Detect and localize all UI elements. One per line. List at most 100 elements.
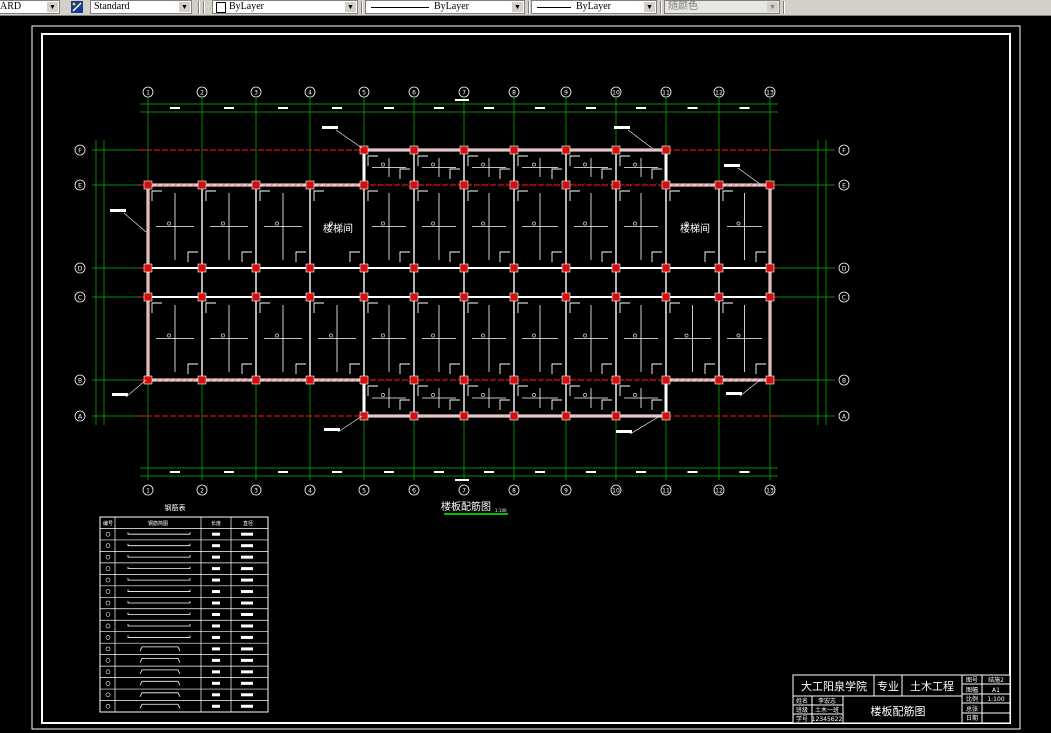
axis-label-1: 1 — [146, 488, 150, 495]
text-style-combo[interactable]: ARD ▼ — [0, 0, 60, 14]
axis-label-F: F — [78, 148, 82, 155]
column — [714, 292, 724, 302]
column — [661, 411, 671, 421]
axis-label-E: E — [78, 183, 82, 190]
axis-label-8: 8 — [512, 488, 516, 495]
column — [661, 375, 671, 385]
top-rebar-hook — [569, 385, 580, 396]
linetype-combo[interactable]: ByLayer ▼ — [365, 0, 525, 14]
top-rebar-hook — [259, 302, 270, 313]
top-rebar-hook — [417, 190, 428, 201]
top-rebar-hook — [619, 302, 630, 313]
chevron-down-icon[interactable]: ▼ — [179, 2, 190, 12]
lineweight-combo[interactable]: ByLayer ▼ — [531, 0, 657, 14]
room-label-stair-right: 楼梯间 — [680, 222, 710, 235]
rebar-tag — [684, 333, 689, 338]
rebar-tag — [431, 393, 435, 397]
dimension-text-mark — [739, 471, 750, 473]
column — [359, 292, 369, 302]
plot-style-combo[interactable]: 随颜色 ▼ — [664, 0, 780, 14]
rebar-dia-mark — [241, 693, 253, 697]
axis-label-5: 5 — [362, 488, 366, 495]
tb-value-id: 12345622 — [812, 716, 843, 723]
column — [765, 180, 775, 190]
rebar-tag — [532, 221, 536, 226]
column — [509, 292, 519, 302]
callout-text-mark — [616, 430, 632, 433]
axis-label-2: 2 — [200, 488, 204, 495]
axis-label-11: 11 — [662, 90, 670, 97]
lineweight-sample — [537, 7, 571, 8]
rebar-length-mark — [212, 693, 220, 697]
drawing-canvas[interactable]: 1122334455667788991010111112121313F FE ED D… — [0, 16, 1051, 733]
layer-color-combo[interactable]: ByLayer ▼ — [212, 0, 358, 14]
drawing-title-scale: 1:100 — [495, 508, 507, 513]
chevron-down-icon[interactable]: ▼ — [512, 2, 523, 12]
callout-leader — [335, 129, 363, 149]
rebar-table: 钢筋表 编号 钢筋简图 长度 直径 — [99, 503, 269, 713]
rebar-shape — [139, 669, 181, 675]
top-rebar-hook — [669, 302, 680, 313]
callout-text-mark — [614, 126, 630, 129]
dimension-text-mark — [455, 99, 469, 101]
rebar-tag — [532, 393, 536, 397]
top-rebar-hook — [187, 251, 198, 262]
axis-label-12: 12 — [715, 90, 723, 97]
dimension-style-icon[interactable] — [71, 1, 83, 13]
rebar-tag — [736, 221, 741, 226]
toolbar-separator — [361, 1, 363, 14]
chevron-down-icon[interactable]: ▼ — [644, 2, 655, 12]
linetype-value: ByLayer — [434, 1, 469, 12]
top-rebar-hook — [499, 251, 510, 262]
dimension-text-mark — [170, 471, 180, 473]
rebar-shape — [127, 589, 191, 592]
tb-value-scale: 1:100 — [987, 696, 1004, 703]
top-rebar-hook — [601, 399, 612, 410]
rebar-tag — [275, 333, 279, 338]
callout-text-mark — [110, 209, 126, 212]
column — [409, 411, 419, 421]
top-rebar-hook — [399, 168, 410, 179]
top-rebar-hook — [349, 251, 360, 262]
top-rebar-hook — [467, 302, 478, 313]
top-rebar-hook — [651, 399, 662, 410]
callout-text-mark — [724, 164, 740, 167]
rebar-table-row-id — [105, 612, 111, 617]
top-rebar-hook — [619, 190, 630, 201]
axis-label-7: 7 — [462, 90, 466, 97]
dimension-text-mark — [278, 107, 288, 109]
column — [661, 263, 671, 273]
column — [143, 263, 153, 273]
rebar-shape — [127, 532, 191, 535]
rebar-tag — [431, 162, 435, 167]
building-outline-inner — [147, 149, 771, 417]
axis-label-4: 4 — [308, 488, 312, 495]
top-rebar-hook — [569, 190, 580, 201]
dimension-text-mark — [636, 107, 646, 109]
rebar-shape — [139, 646, 181, 652]
column — [765, 375, 775, 385]
chevron-down-icon[interactable]: ▼ — [767, 2, 778, 12]
top-rebar-hook — [367, 385, 378, 396]
building-outline — [146, 148, 772, 418]
dimension-text-mark — [687, 107, 698, 109]
callout-text-mark — [726, 392, 742, 395]
column — [143, 292, 153, 302]
column — [661, 180, 671, 190]
rebar-length-mark — [212, 624, 220, 628]
rebar-tag — [381, 333, 385, 338]
rebar-shape — [127, 635, 191, 638]
rebar-table-row-id — [105, 681, 111, 686]
axis-label-11: 11 — [662, 488, 670, 495]
rebar-dia-mark — [241, 647, 253, 651]
axis-label-B: B — [842, 378, 846, 385]
axis-label-8: 8 — [512, 90, 516, 97]
column — [197, 292, 207, 302]
axis-label-6: 6 — [412, 90, 416, 97]
dimension-style-combo[interactable]: Standard ▼ — [90, 0, 192, 14]
rebar-dia-mark — [241, 532, 253, 536]
chevron-down-icon[interactable]: ▼ — [345, 2, 356, 12]
rebar-table-row-id — [105, 635, 111, 640]
rebar-dia-mark — [241, 635, 253, 639]
chevron-down-icon[interactable]: ▼ — [47, 2, 58, 12]
